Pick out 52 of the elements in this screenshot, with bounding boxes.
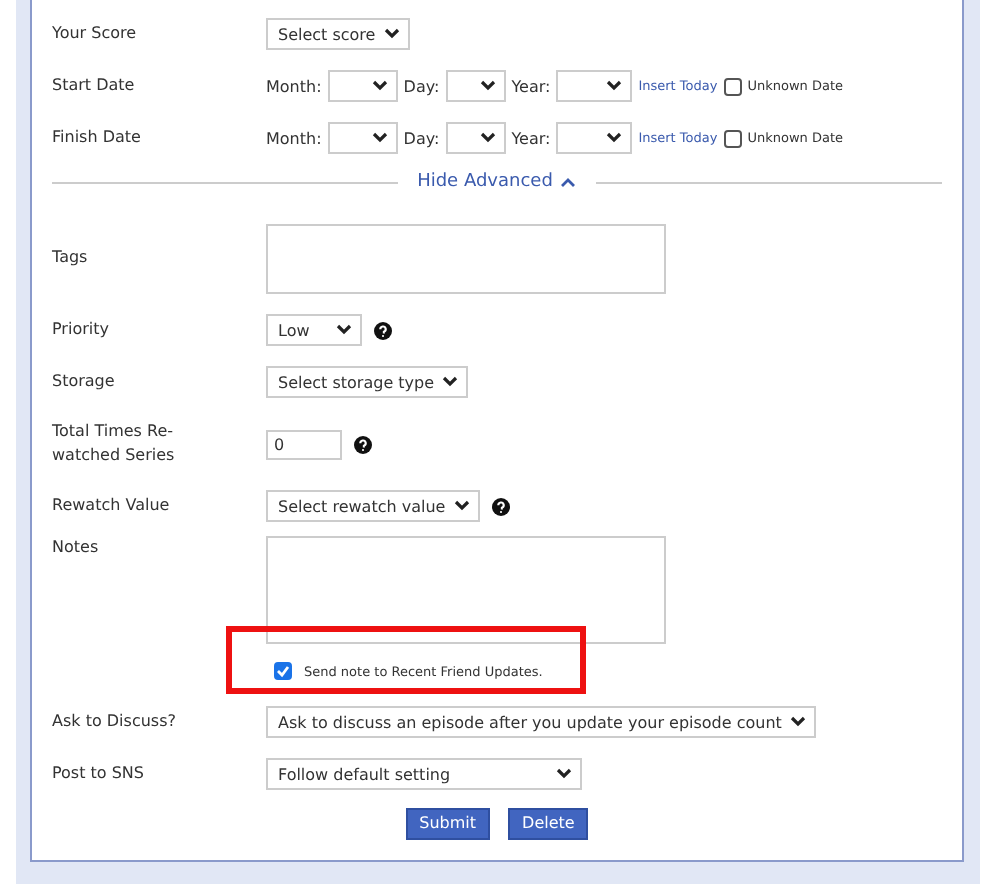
field-label: Priority bbox=[52, 318, 111, 342]
year-dropdown[interactable] bbox=[556, 122, 633, 154]
help-icon[interactable] bbox=[491, 497, 510, 515]
chevron-icon bbox=[479, 80, 496, 92]
hide-advanced-link[interactable]: Hide Advanced bbox=[417, 172, 577, 193]
dropdown[interactable]: Low bbox=[266, 314, 362, 346]
month-dropdown[interactable] bbox=[327, 70, 398, 102]
chevron-icon bbox=[606, 80, 623, 92]
field-label: Notes bbox=[52, 536, 101, 560]
checkbox[interactable] bbox=[723, 77, 742, 95]
chevron-icon bbox=[606, 132, 623, 144]
month-dropdown[interactable] bbox=[327, 122, 398, 154]
field-label: Your Score bbox=[52, 22, 139, 46]
year-dropdown[interactable] bbox=[556, 70, 633, 102]
dropdown[interactable]: Select score bbox=[266, 18, 410, 50]
field-label: Finish Date bbox=[52, 126, 143, 150]
submit-button[interactable]: Submit bbox=[405, 808, 491, 840]
month-label: Month: bbox=[266, 77, 322, 95]
field-label: Tags bbox=[52, 246, 90, 270]
chevron-icon bbox=[442, 376, 459, 388]
chevron-icon bbox=[371, 80, 388, 92]
chevron-icon bbox=[336, 324, 352, 336]
help-icon[interactable] bbox=[354, 435, 372, 453]
field-label: Post to SNS bbox=[52, 762, 146, 786]
chevron-icon bbox=[556, 768, 572, 780]
year-label: Year: bbox=[511, 129, 551, 147]
chevron-icon bbox=[371, 132, 388, 144]
month-label: Month: bbox=[266, 129, 322, 147]
chevron-icon bbox=[383, 28, 400, 40]
delete-button[interactable]: Delete bbox=[508, 808, 589, 840]
help-icon[interactable] bbox=[374, 321, 392, 339]
field-label: Rewatch Value bbox=[52, 494, 172, 518]
checkbox[interactable] bbox=[723, 129, 742, 147]
dropdown[interactable]: Follow default setting bbox=[266, 758, 582, 790]
field-label: Total Times Re-watched Series bbox=[52, 420, 177, 468]
field-label: Ask to Discuss? bbox=[52, 710, 178, 734]
checkbox[interactable] bbox=[274, 662, 292, 680]
day-label: Day: bbox=[403, 129, 440, 147]
day-dropdown[interactable] bbox=[445, 70, 506, 102]
year-label: Year: bbox=[511, 77, 551, 95]
field-label: Start Date bbox=[52, 74, 137, 98]
dropdown[interactable]: Select storage type bbox=[266, 366, 469, 398]
day-label: Day: bbox=[403, 77, 440, 95]
chevron-icon bbox=[453, 500, 470, 512]
chevron-icon bbox=[479, 132, 496, 144]
number-field[interactable]: 0 bbox=[266, 429, 342, 459]
field-label: Storage bbox=[52, 370, 117, 394]
text-area[interactable] bbox=[266, 536, 666, 644]
chevron-icon bbox=[789, 716, 806, 728]
dropdown[interactable]: Ask to discuss an episode after you update your episode count bbox=[266, 706, 816, 738]
dropdown[interactable]: Select rewatch value bbox=[266, 490, 480, 522]
day-dropdown[interactable] bbox=[445, 122, 506, 154]
